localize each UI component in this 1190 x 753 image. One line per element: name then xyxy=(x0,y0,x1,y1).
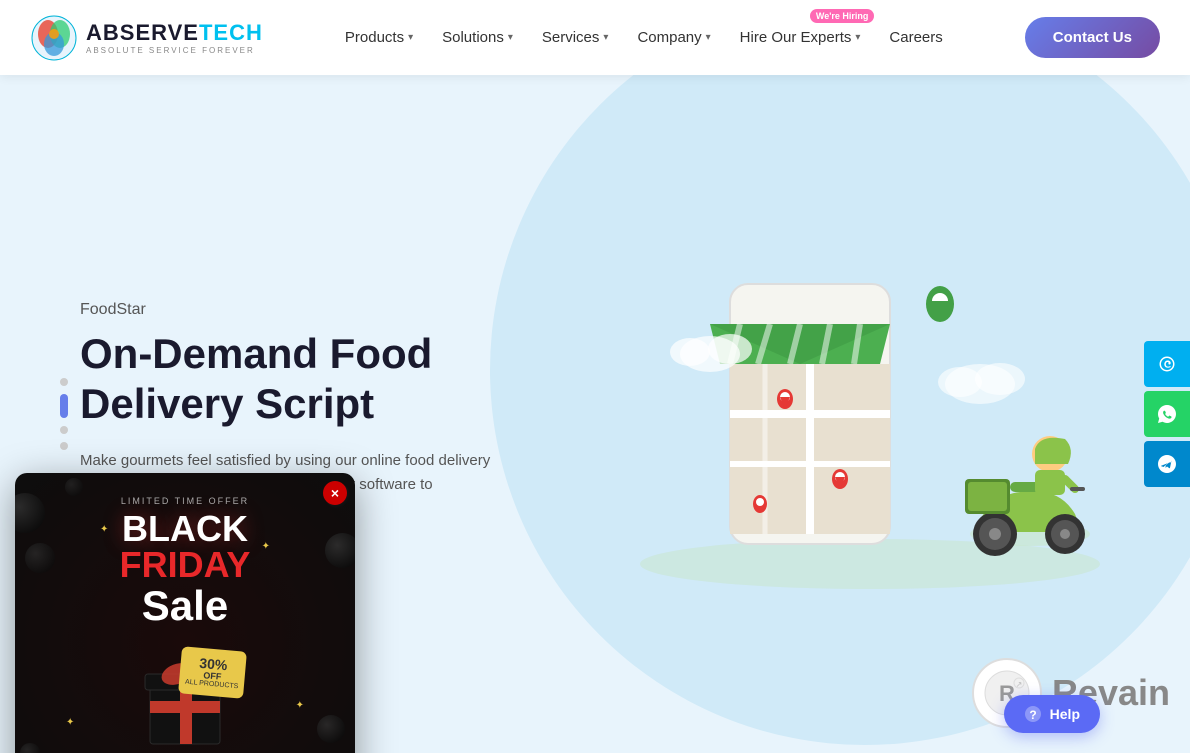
nav-label-company: Company xyxy=(637,29,701,46)
sparkle-icon: ✦ xyxy=(262,541,270,552)
popup-limited-text: LIMITED TIME OFFER xyxy=(121,496,249,506)
popup-close-button[interactable]: × xyxy=(323,481,347,505)
decor-ball xyxy=(317,715,345,743)
popup-black-text: BLACK xyxy=(122,511,248,547)
logo-tagline: ABSOLUTE SERVICE FOREVER xyxy=(86,46,263,55)
nav-label-solutions: Solutions xyxy=(442,29,504,46)
nav-label-services: Services xyxy=(542,29,600,46)
telegram-button[interactable] xyxy=(1144,441,1190,487)
nav-link-products[interactable]: Products ▾ xyxy=(333,21,425,54)
help-button[interactable]: ? Help xyxy=(1004,695,1100,733)
contact-us-button[interactable]: Contact Us xyxy=(1025,17,1160,58)
popup-gift-area: 30% OFF ALL PRODUCTS xyxy=(125,639,245,749)
nav-link-careers[interactable]: Careers xyxy=(877,21,954,54)
sparkle-icon: ✦ xyxy=(100,524,108,535)
hero-illustration xyxy=(610,224,1130,604)
sparkle-icon: ✦ xyxy=(296,700,304,711)
decor-ball xyxy=(20,743,40,753)
nav-item-careers[interactable]: Careers xyxy=(877,21,954,54)
whatsapp-button[interactable] xyxy=(1144,391,1190,437)
decor-ball xyxy=(15,493,45,533)
decor-ball xyxy=(65,478,83,496)
whatsapp-icon xyxy=(1156,403,1178,425)
chevron-down-icon: ▾ xyxy=(706,32,711,43)
telegram-icon xyxy=(1156,453,1178,475)
help-button-label: Help xyxy=(1050,706,1080,722)
nav-item-hire-experts[interactable]: We're Hiring Hire Our Experts ▾ xyxy=(728,21,873,54)
nav-item-products[interactable]: Products ▾ xyxy=(333,21,425,54)
hero-section: FoodStar On-Demand Food Delivery Script … xyxy=(0,75,1190,753)
nav-item-solutions[interactable]: Solutions ▾ xyxy=(430,21,525,54)
social-float-buttons xyxy=(1144,341,1190,487)
discount-tag: 30% OFF ALL PRODUCTS xyxy=(178,646,247,699)
nav-item-company[interactable]: Company ▾ xyxy=(625,21,722,54)
nav-link-hire-experts[interactable]: Hire Our Experts ▾ xyxy=(728,21,873,54)
skype-icon xyxy=(1156,353,1178,375)
logo-icon xyxy=(30,14,78,62)
popup-sale-text: Sale xyxy=(142,585,228,627)
nav-label-hire-experts: Hire Our Experts xyxy=(740,29,852,46)
nav-menu: Products ▾ Solutions ▾ Services ▾ Compan… xyxy=(333,21,955,54)
popup-friday-text: FRIDAY xyxy=(120,547,251,583)
chevron-down-icon: ▾ xyxy=(603,32,608,43)
decor-ball xyxy=(25,543,55,573)
we-hiring-badge: We're Hiring xyxy=(810,9,874,23)
logo-text: ABSERVETECH ABSOLUTE SERVICE FOREVER xyxy=(86,20,263,55)
logo[interactable]: ABSERVETECH ABSOLUTE SERVICE FOREVER xyxy=(30,14,263,62)
svg-text:?: ? xyxy=(1029,708,1036,722)
nav-link-solutions[interactable]: Solutions ▾ xyxy=(430,21,525,54)
hero-subtitle: FoodStar xyxy=(80,301,500,319)
hero-title: On-Demand Food Delivery Script xyxy=(80,329,500,430)
decor-ball xyxy=(325,533,355,568)
nav-label-careers: Careers xyxy=(889,29,942,46)
skype-button[interactable] xyxy=(1144,341,1190,387)
nav-link-company[interactable]: Company ▾ xyxy=(625,21,722,54)
sparkle-icon: ✦ xyxy=(66,717,74,728)
chevron-down-icon: ▾ xyxy=(855,32,860,43)
black-friday-popup: ✦ ✦ ✦ ✦ ✕ ✕ × LIMITED TIME OFFER BLACK F… xyxy=(15,473,355,753)
help-icon: ? xyxy=(1024,705,1042,723)
chevron-down-icon: ▾ xyxy=(508,32,513,43)
nav-item-services[interactable]: Services ▾ xyxy=(530,21,621,54)
navbar: ABSERVETECH ABSOLUTE SERVICE FOREVER Pro… xyxy=(0,0,1190,75)
food-delivery-illustration xyxy=(610,224,1130,604)
popup-background: ✦ ✦ ✦ ✦ ✕ ✕ × LIMITED TIME OFFER BLACK F… xyxy=(15,473,355,753)
svg-text:↗: ↗ xyxy=(1016,680,1023,689)
logo-brand-name: ABSERVETECH xyxy=(86,20,263,46)
nav-label-products: Products xyxy=(345,29,404,46)
chevron-down-icon: ▾ xyxy=(408,32,413,43)
nav-link-services[interactable]: Services ▾ xyxy=(530,21,621,54)
